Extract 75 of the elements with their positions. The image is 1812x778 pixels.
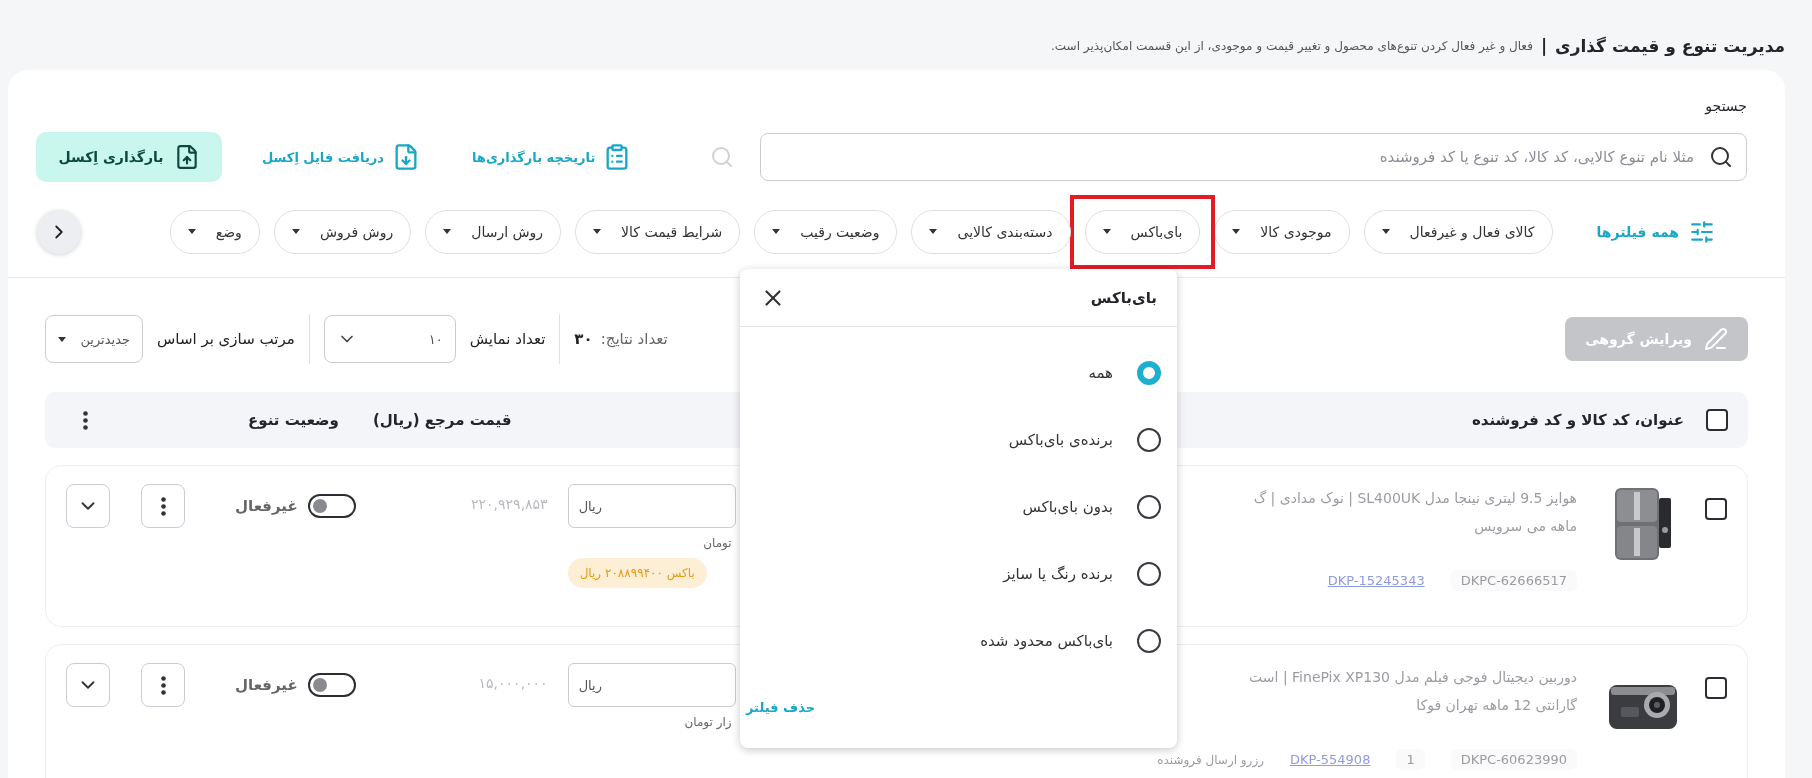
reference-price: ۲۲۰,۹۲۹,۸۵۳	[470, 495, 548, 512]
status-toggle[interactable]	[307, 494, 356, 518]
caret-icon	[1102, 229, 1111, 234]
radio-option[interactable]: برنده رنگ یا سایز	[740, 540, 1177, 607]
results-label: تعداد نتایج:	[600, 330, 668, 348]
caret-icon	[1381, 229, 1390, 234]
radio-button[interactable]	[1137, 427, 1161, 452]
popup-title: بای‌باکس	[1090, 288, 1157, 307]
product-title: گارانتی 12 ماهه تهران فوکا	[1416, 696, 1577, 716]
radio-option[interactable]: همه	[740, 339, 1177, 406]
caret-icon	[1232, 229, 1241, 234]
caret-icon	[593, 229, 602, 234]
price-field[interactable]: ریال	[567, 484, 736, 528]
filter-chip[interactable]: روش ارسال	[425, 209, 562, 254]
caret-icon	[291, 229, 300, 234]
row-checkbox[interactable]	[1705, 498, 1727, 520]
filter-chip[interactable]: وضع	[169, 209, 260, 254]
price-hint: زار تومان	[684, 715, 732, 729]
sort-label: مرتب سازی بر اساس	[157, 330, 295, 348]
column-header: عنوان، کد کالا و کد فروشنده	[1471, 411, 1684, 429]
search-icon	[1709, 145, 1733, 169]
pencil-icon	[1704, 327, 1728, 351]
buybox-price-badge: باکس ۲۰۸۸۹۹۴۰۰ ریال	[567, 558, 707, 588]
radio-button[interactable]	[1137, 360, 1161, 385]
status-text: غیرفعال	[235, 676, 298, 694]
caret-icon	[58, 336, 66, 342]
price-field[interactable]: ریال	[567, 663, 736, 707]
filter-chip[interactable]: روش فروش	[273, 209, 412, 254]
caret-icon	[772, 229, 781, 234]
page-description: فعال و غیر فعال کردن تنوع‌های محصول و تغییر قیمت و موجودی، از این قسمت امکان‌پذیر است.	[1051, 39, 1533, 53]
page-title: مدیریت تنوع و قیمت گذاری	[1555, 36, 1785, 56]
radio-button[interactable]	[1137, 561, 1161, 586]
price-hint: تومان	[703, 536, 732, 550]
code-label: 1	[1396, 749, 1425, 770]
filter-chip[interactable]: دسته‌بندی کالایی	[911, 209, 1071, 254]
page-size-select[interactable]: ۱۰	[323, 315, 456, 363]
filter-chip[interactable]: بای‌باکس	[1084, 209, 1201, 254]
radio-option[interactable]: بدون بای‌باکس	[740, 473, 1177, 540]
caret-icon	[187, 229, 196, 234]
code-label: DKPC-60623990	[1450, 749, 1577, 770]
code-label: DKPC-62666517	[1450, 570, 1577, 591]
radio-option[interactable]: بای‌باکس محدود شده	[740, 607, 1177, 674]
radio-option[interactable]: برنده‌ی بای‌باکس	[740, 406, 1177, 473]
sliders-icon	[1689, 218, 1715, 245]
status-text: غیرفعال	[235, 497, 298, 515]
page-size-label: تعداد نمایش	[469, 330, 546, 348]
filter-chip[interactable]: موجودی کالا	[1214, 209, 1350, 254]
reference-price: ۱۵,۰۰۰,۰۰۰	[477, 674, 548, 691]
caret-icon	[443, 229, 452, 234]
filter-chip[interactable]: کالای فعال و غیرفعال	[1363, 209, 1553, 254]
kebab-icon	[160, 675, 166, 695]
upload-excel-button[interactable]: بارگذاری اِکسل	[36, 132, 222, 182]
search-label: جستجو	[1703, 98, 1748, 117]
radio-button[interactable]	[1137, 494, 1161, 519]
select-all-checkbox[interactable]	[1706, 409, 1728, 431]
filter-chip[interactable]: وضعیت رقیب	[754, 209, 898, 254]
row-checkbox[interactable]	[1705, 677, 1727, 699]
column-header: وضعیت تنوع	[248, 411, 339, 429]
product-title: هواپز 9.5 لیتری نینجا مدل SL400UK | نوک مدادی | گ	[1253, 489, 1577, 509]
kebab-icon	[160, 496, 166, 516]
filter-chip[interactable]: شرایط قیمت کالا	[575, 209, 741, 254]
results-count: ۳۰	[574, 330, 593, 348]
caret-icon	[929, 229, 938, 234]
product-title: ماهه می سرویس	[1474, 517, 1577, 537]
more-button[interactable]	[141, 663, 185, 707]
search-field[interactable]: مثلا نام تنوع کالایی، کد کالا، کد تنوع یا کد فروشنده	[760, 133, 1747, 181]
kebab-icon[interactable]	[83, 410, 88, 430]
sort-select[interactable]: جدیدترین	[45, 315, 143, 363]
shipping-note: رزرو ارسال فروشنده	[1157, 752, 1264, 767]
product-title: دوربین دیجیتال فوجی فیلم مدل FinePix XP130 | است	[1249, 668, 1577, 688]
status-toggle[interactable]	[307, 673, 356, 697]
title-separator: |	[1540, 36, 1548, 56]
radio-button[interactable]	[1137, 628, 1161, 653]
more-button[interactable]	[141, 484, 185, 528]
column-header: قیمت مرجع (ریال)	[372, 411, 512, 429]
